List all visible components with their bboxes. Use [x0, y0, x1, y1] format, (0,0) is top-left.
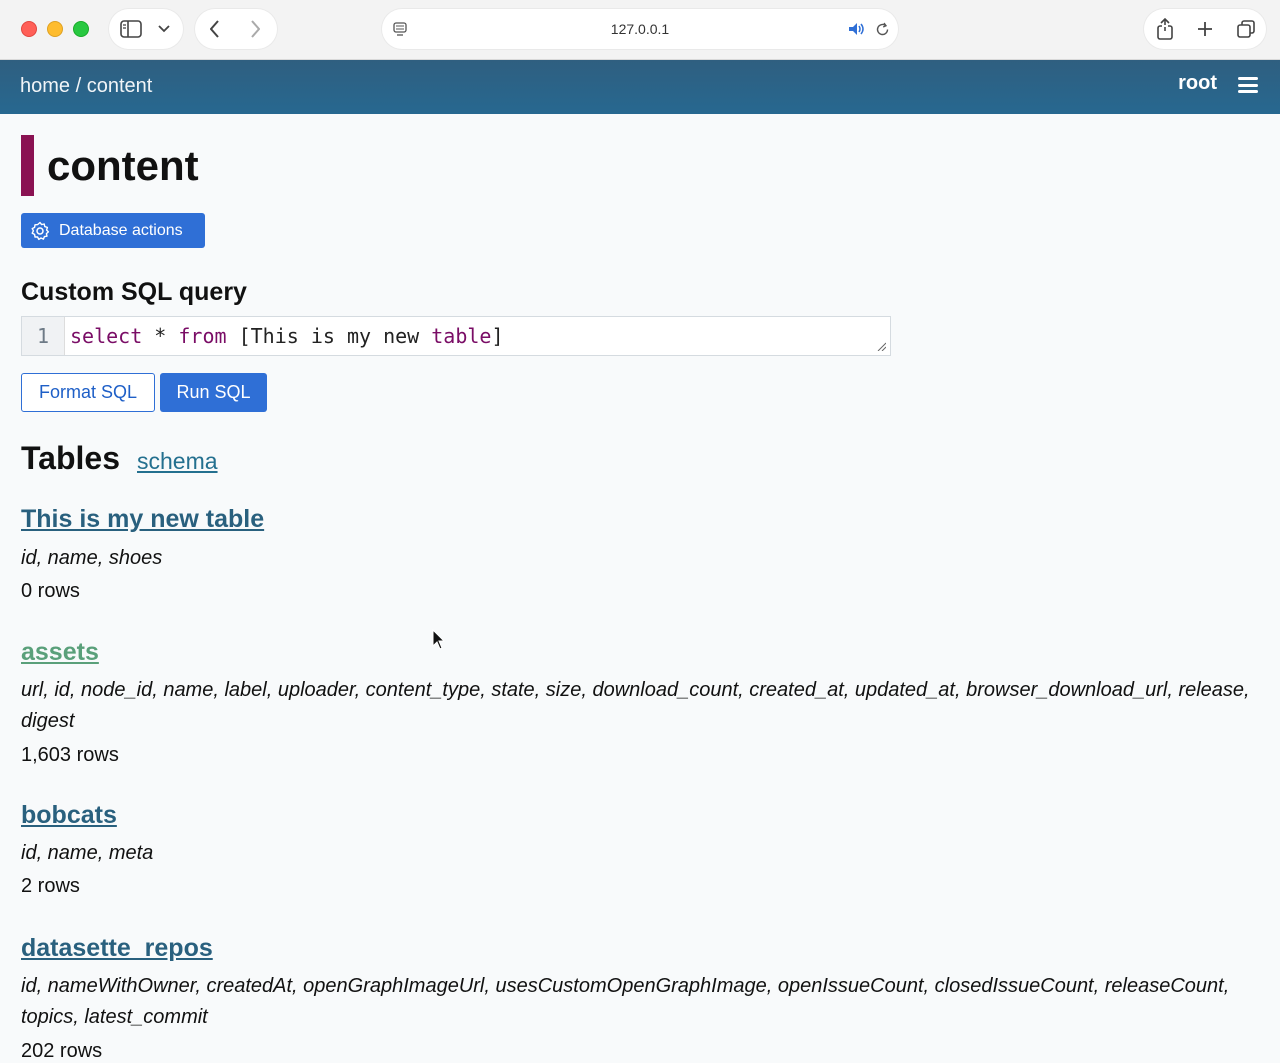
- breadcrumb-separator: /: [75, 75, 82, 97]
- sql-keyword-table: table: [431, 324, 492, 348]
- nav-buttons: [195, 9, 277, 49]
- table-link[interactable]: datasette_repos: [21, 934, 213, 963]
- sidebar-icon[interactable]: [119, 19, 143, 39]
- table-columns: id, nameWithOwner, createdAt, openGraphI…: [21, 975, 1230, 1028]
- mouse-cursor-icon: [432, 629, 446, 650]
- table-link[interactable]: assets: [21, 638, 99, 667]
- sql-keyword-select: select: [70, 324, 143, 348]
- sql-heading: Custom SQL query: [21, 278, 247, 306]
- page-title: content: [21, 135, 199, 196]
- table-item: assets url, id, node_id, name, label, up…: [21, 638, 1261, 767]
- table-row-count: 1,603 rows: [21, 744, 119, 766]
- schema-link[interactable]: schema: [137, 448, 218, 475]
- chevron-down-icon[interactable]: [157, 21, 171, 37]
- sql-end-bracket: ]: [491, 324, 504, 348]
- address-bar[interactable]: 127.0.0.1: [382, 9, 898, 49]
- sidebar-toggle-group: [109, 9, 183, 49]
- table-item: bobcats id, name, meta 2 rows: [21, 801, 1261, 898]
- table-row-count: 2 rows: [21, 875, 80, 897]
- actor-name: root: [1178, 72, 1217, 94]
- breadcrumb-current: content: [86, 75, 153, 97]
- format-sql-button[interactable]: Format SQL: [21, 373, 155, 412]
- sql-keyword-from: from: [178, 324, 227, 348]
- database-actions-button[interactable]: Database actions: [21, 213, 205, 248]
- zoom-window-button[interactable]: [73, 21, 89, 37]
- share-icon[interactable]: [1156, 18, 1174, 40]
- sql-table-part: [This is my new: [226, 324, 432, 348]
- forward-icon[interactable]: [247, 19, 263, 39]
- new-tab-icon[interactable]: [1196, 20, 1214, 38]
- sql-code[interactable]: select * from [This is my new table]: [70, 317, 504, 355]
- table-row-count: 202 rows: [21, 1040, 103, 1062]
- url-text: 127.0.0.1: [610, 21, 670, 37]
- sql-star: *: [142, 324, 179, 348]
- tables-heading: Tables: [21, 440, 120, 476]
- back-icon[interactable]: [207, 19, 223, 39]
- gear-icon: [31, 221, 50, 240]
- reload-icon[interactable]: [874, 21, 890, 37]
- line-number: 1: [22, 317, 65, 355]
- run-sql-button[interactable]: Run SQL: [160, 373, 267, 412]
- database-actions-label: Database actions: [59, 221, 183, 239]
- table-link[interactable]: bobcats: [21, 801, 117, 830]
- table-row-count: 0 rows: [21, 580, 80, 602]
- audio-icon[interactable]: [848, 21, 866, 37]
- breadcrumb-home-link[interactable]: home: [20, 75, 70, 97]
- tab-overview-icon[interactable]: [1236, 19, 1256, 39]
- sql-editor[interactable]: 1 select * from [This is my new table]: [21, 316, 891, 356]
- breadcrumb: home / content: [20, 75, 152, 98]
- site-header: home / content root: [0, 60, 1280, 114]
- table-item: datasette_repos id, nameWithOwner, creat…: [21, 934, 1261, 1063]
- close-window-button[interactable]: [21, 21, 37, 37]
- browser-toolbar: 127.0.0.1: [0, 0, 1280, 60]
- table-columns: id, name, meta: [21, 842, 154, 864]
- table-columns: url, id, node_id, name, label, uploader,…: [21, 679, 1250, 732]
- table-columns: id, name, shoes: [21, 547, 163, 569]
- table-link[interactable]: This is my new table: [21, 505, 264, 534]
- table-item: This is my new table id, name, shoes 0 r…: [21, 505, 1261, 603]
- toolbar-actions: [1144, 9, 1266, 49]
- menu-icon[interactable]: [1238, 77, 1258, 93]
- minimize-window-button[interactable]: [47, 21, 63, 37]
- resize-handle-icon[interactable]: [876, 341, 886, 351]
